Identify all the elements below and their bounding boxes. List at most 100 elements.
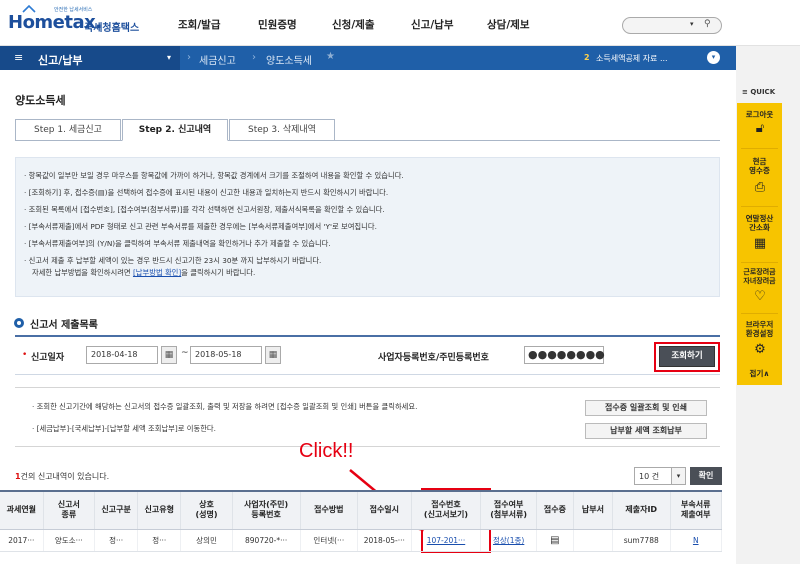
batch-info-line: · [세금납부]-[국세납부]-[납부할 세액 조회납부]로 이동한다. <box>32 424 216 433</box>
cell-report-category: 정··· <box>94 529 139 552</box>
required-mark: • <box>22 350 28 360</box>
breadcrumb-tax-report[interactable]: 세금신고 <box>199 52 236 67</box>
tab-step1[interactable]: Step 1. 세금신고 <box>15 119 121 141</box>
report-table: 과세연월 신고서 종류 신고구분 신고유형 상호 (성명) 사업자(주민) 등록… <box>0 490 722 552</box>
notice-line: · [부속서류제출]에서 PDF 형태로 신고 관련 부속서류를 제출한 경우에… <box>24 222 377 231</box>
menu-segment[interactable] <box>0 46 180 70</box>
calendar-icon[interactable]: ▦ <box>265 346 281 364</box>
date-from-input[interactable]: 2018-04-18 <box>86 346 158 364</box>
pay-tax-button[interactable]: 납부할 세액 조회납부 <box>585 423 707 439</box>
attachment-status-link[interactable]: N <box>693 536 699 545</box>
confirm-button[interactable]: 확인 <box>690 467 722 485</box>
site-header: 안전한 납세서비스 Hometax. 국세청홈택스 조회/발급 민원증명 신청/… <box>0 0 800 46</box>
cell-reg-number: 890720-*··· <box>232 529 301 552</box>
id-label: 사업자등록번호/주민등록번호 <box>378 353 489 363</box>
search-dropdown-icon[interactable]: ▾ <box>690 20 694 28</box>
quick-divider <box>741 206 778 207</box>
nav-separator-icon: › <box>252 52 256 63</box>
date-to-input[interactable]: 2018-05-18 <box>190 346 262 364</box>
quick-collapse-button[interactable]: 접기∧ <box>737 368 782 379</box>
chevron-down-icon[interactable]: ▾ <box>671 468 685 484</box>
notice-ticker[interactable]: 소득세액공제 자료 ... <box>596 53 668 64</box>
notice-line: · 신고서 제출 후 납부할 세액이 있는 경우 반드시 신고기한 23시 30… <box>24 256 322 265</box>
col-receipt-date[interactable]: 접수일시 <box>357 490 412 530</box>
notice-line: · 조회된 목록에서 [접수번호], [접수여부(첨부서류)]를 각각 선택하면… <box>24 205 385 214</box>
gnb-report-payment[interactable]: 신고/납부 <box>411 17 453 32</box>
col-report-category[interactable]: 신고구분 <box>94 490 139 530</box>
payment-method-link[interactable]: [납부방법 확인] <box>133 268 181 277</box>
col-attachment-submitted[interactable]: 부속서류 제출여부 <box>670 490 722 530</box>
batch-receipt-print-button[interactable]: 접수증 일괄조회 및 인쇄 <box>585 400 707 416</box>
receipt-print-icon[interactable]: ▤ <box>550 535 559 546</box>
id-number-input[interactable]: ●●●●●●●● <box>524 346 605 364</box>
quick-divider <box>741 148 778 149</box>
favorite-star-icon[interactable]: ★ <box>326 51 335 62</box>
cell-payment-slip <box>573 529 613 552</box>
col-receipt[interactable]: 접수증 <box>536 490 574 530</box>
result-count: 1건의 신고내역이 있습니다. <box>15 472 110 481</box>
calendar-icon[interactable]: ▦ <box>161 346 177 364</box>
header-search[interactable]: ▾ ⚲ <box>622 17 722 34</box>
click-annotation: Click!! <box>299 440 354 462</box>
cell-attachment-submitted: N <box>670 529 722 552</box>
quick-logout[interactable]: 로그아웃 <box>737 110 782 119</box>
quick-browser-settings[interactable]: 브라우저 환경설정 <box>737 320 782 338</box>
ticker-dropdown-icon[interactable]: ▾ <box>707 51 720 64</box>
table-row: 2017··· 양도소··· 정··· 정··· 상의민 890720-*···… <box>0 529 722 552</box>
gnb-inquiry[interactable]: 조회/발급 <box>178 17 220 32</box>
location-nav: ≡ 신고/납부 ▾ › 세금신고 › 양도소득세 ★ 2 소득세액공제 자료 .… <box>0 46 736 70</box>
cell-name: 상의민 <box>180 529 233 552</box>
quick-cash-receipt[interactable]: 현금 영수증 <box>737 157 782 175</box>
cell-receipt: ▤ <box>536 529 574 552</box>
cell-receipt-number: 107-201··· <box>411 529 482 552</box>
batch-info-line: · 조회한 신고기간에 해당하는 신고서의 접수증 일괄조회, 출력 및 저장을… <box>32 402 418 411</box>
receipt-status-link[interactable]: 정상(1종) <box>493 536 524 545</box>
col-payment-slip[interactable]: 납부서 <box>573 490 613 530</box>
col-receipt-status[interactable]: 접수여부 (첨부서류) <box>480 490 537 530</box>
quick-year-end-settlement[interactable]: 연말정산 간소화 <box>737 214 782 232</box>
quick-divider <box>741 313 778 314</box>
quick-title: ≡ QUICK <box>742 88 776 96</box>
notice-line: · [부속서류제출여부]의 (Y/N)을 클릭하여 부속서류 제출내역을 확인하… <box>24 239 331 248</box>
page-title: 양도소득세 <box>15 94 66 107</box>
col-name[interactable]: 상호 (성명) <box>180 490 233 530</box>
quick-earned-income-credit[interactable]: 근로장려금 자녀장려금 <box>737 268 782 286</box>
nav-dropdown-icon[interactable]: ▾ <box>167 53 171 62</box>
cell-receipt-status: 정상(1종) <box>480 529 537 552</box>
quick-divider <box>741 262 778 263</box>
table-header-row: 과세연월 신고서 종류 신고구분 신고유형 상호 (성명) 사업자(주민) 등록… <box>0 490 722 530</box>
gnb-certificate[interactable]: 민원증명 <box>258 17 297 32</box>
page-size-select[interactable]: 10 건 ▾ <box>634 467 686 485</box>
section-bullet-icon <box>14 318 24 328</box>
search-button[interactable]: 조회하기 <box>659 346 715 367</box>
breadcrumb-capital-gains[interactable]: 양도소득세 <box>266 52 312 67</box>
notice-line: 자세한 납부방법을 확인하시려면 [납부방법 확인]을 클릭하시기 바랍니다. <box>32 268 256 277</box>
section-title: 신고서 제출목록 <box>30 320 98 331</box>
lock-icon: 🔓︎ <box>755 121 765 136</box>
cell-report-form: 정··· <box>137 529 182 552</box>
gnb-application[interactable]: 신청/제출 <box>332 17 374 32</box>
heart-icon: ♡ <box>754 289 766 304</box>
notice-line: · [조회하기] 후, 접수증(▤)을 선택하여 접수증에 표시된 내용이 신고… <box>24 188 389 197</box>
receipt-number-link[interactable]: 107-201··· <box>427 536 466 545</box>
col-receipt-number[interactable]: 접수번호 (신고서보기) <box>411 490 482 530</box>
date-label: 신고일자 <box>31 353 65 363</box>
cell-tax-period: 2017··· <box>0 529 44 552</box>
col-reg-number[interactable]: 사업자(주민) 등록번호 <box>232 490 301 530</box>
tab-step3[interactable]: Step 3. 삭제내역 <box>229 119 335 141</box>
search-icon[interactable]: ⚲ <box>704 19 711 29</box>
menu-icon[interactable]: ≡ <box>14 51 23 64</box>
col-receipt-method[interactable]: 접수방법 <box>300 490 359 530</box>
gnb-consult[interactable]: 상담/제보 <box>487 17 529 32</box>
document-icon: ▦ <box>753 236 767 251</box>
col-report-type[interactable]: 신고서 종류 <box>43 490 96 530</box>
nav-menu-label[interactable]: 신고/납부 <box>38 52 83 68</box>
col-submitter-id[interactable]: 제출자ID <box>612 490 671 530</box>
col-tax-period[interactable]: 과세연월 <box>0 490 44 530</box>
col-report-form[interactable]: 신고유형 <box>137 490 182 530</box>
gear-icon: ⚙ <box>754 342 766 357</box>
receipt-icon: ⎙ <box>754 180 766 195</box>
notice-line: · 항목값이 일부만 보일 경우 마우스를 항목값에 가까이 하거나, 항목값 … <box>24 171 404 180</box>
cell-receipt-method: 인터넷(··· <box>300 529 359 552</box>
tab-step2[interactable]: Step 2. 신고내역 <box>122 119 228 141</box>
